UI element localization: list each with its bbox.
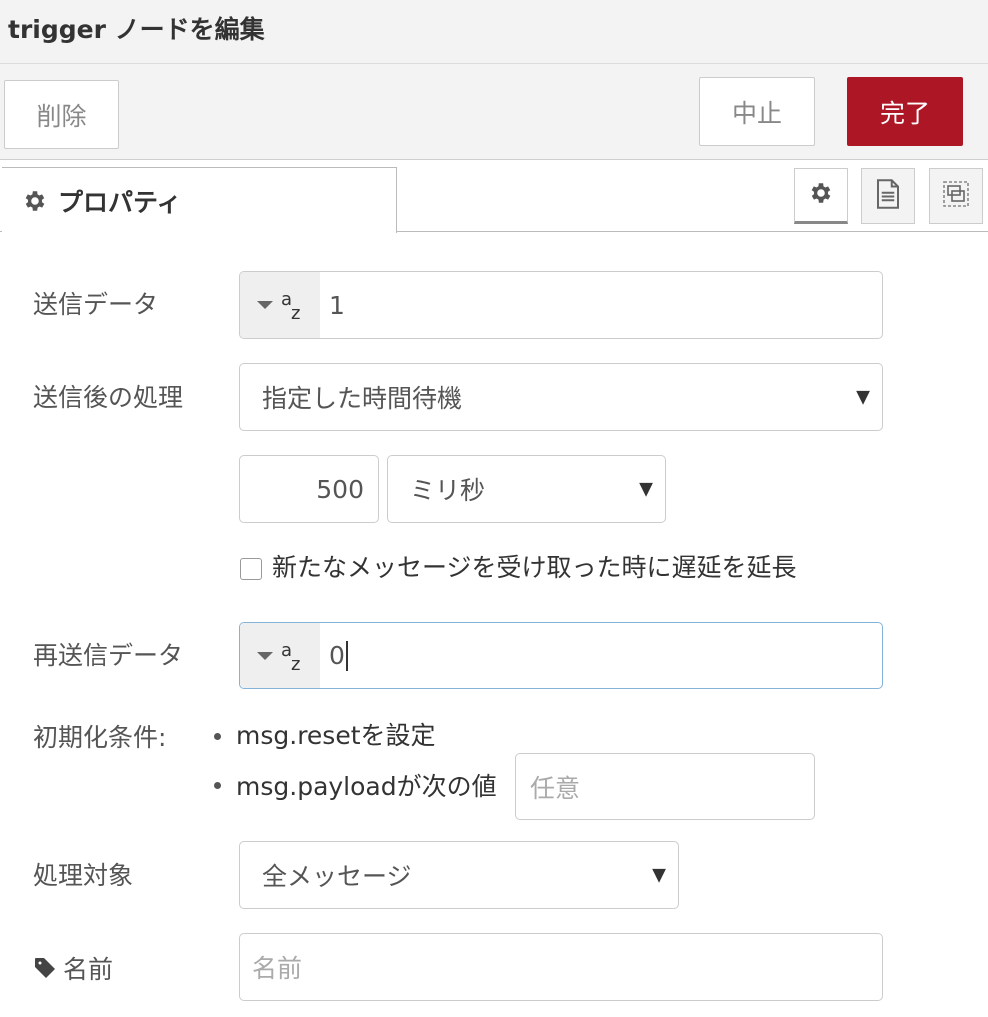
name-label-text: 名前 [63,955,114,984]
reset-option-msg-reset: msg.resetを設定 [236,721,436,750]
caret-down-icon [257,301,273,309]
send-data-type-button[interactable]: az [240,272,320,338]
dialog-title: trigger ノードを編集 [8,15,265,44]
string-type-icon: az [281,289,301,324]
delete-button[interactable]: 削除 [4,80,119,149]
duration-input[interactable]: 500 [239,455,379,523]
caret-down-icon: ▼ [856,386,870,408]
reset-option-msg-payload: msg.payloadが次の値 [236,772,497,801]
bullet-icon [214,782,221,789]
cancel-button[interactable]: 中止 [699,77,815,146]
resend-data-value-wrapper[interactable]: 0 [320,623,882,688]
string-type-icon: az [281,639,301,675]
handling-select[interactable]: 全メッセージ ▼ [239,841,679,909]
reset-payload-input[interactable]: 任意 [515,753,815,820]
name-label: 名前 [33,950,113,986]
duration-unit-select[interactable]: ミリ秒 ▼ [387,455,666,523]
reset-label: 初期化条件: [33,723,167,752]
sidebar-settings-button[interactable] [794,168,848,224]
handling-selected-value: 全メッセージ [262,862,412,891]
gear-icon [808,180,834,210]
document-icon [875,179,901,213]
then-label: 送信後の処理 [33,383,184,412]
then-selected-value: 指定した時間待機 [262,384,463,413]
sidebar-appearance-button[interactable] [929,168,983,224]
resend-data-type-button[interactable]: az [240,623,320,688]
reset-payload-placeholder: 任意 [530,773,581,803]
name-placeholder: 名前 [252,954,303,983]
tab-bar: プロパティ [0,160,988,233]
resend-data-input[interactable]: az 0 [239,622,883,689]
handling-label: 処理対象 [33,861,134,890]
dialog-toolbar: 削除 中止 完了 [0,64,988,160]
then-select[interactable]: 指定した時間待機 ▼ [239,363,883,431]
extend-delay-label: 新たなメッセージを受け取った時に遅延を延長 [272,553,797,582]
extend-delay-checkbox[interactable] [240,558,262,580]
send-data-value[interactable]: 1 [320,272,882,338]
dialog-titlebar: trigger ノードを編集 [0,0,988,64]
caret-down-icon [257,651,273,660]
gear-icon [22,188,48,214]
caret-down-icon: ▼ [639,478,653,500]
text-cursor [345,640,348,671]
resend-data-value: 0 [329,641,345,670]
caret-down-icon: ▼ [652,864,666,886]
tab-properties[interactable]: プロパティ [2,167,397,233]
resend-data-label: 再送信データ [33,641,184,670]
done-button[interactable]: 完了 [847,77,963,146]
name-input[interactable]: 名前 [239,933,883,1001]
sidebar-description-button[interactable] [861,168,915,224]
send-data-input[interactable]: az 1 [239,271,883,339]
send-data-label: 送信データ [33,290,159,319]
duration-unit-value: ミリ秒 [410,476,486,505]
layout-icon [940,178,972,214]
bullet-icon [214,733,221,740]
tab-properties-label: プロパティ [58,187,182,217]
tag-icon [33,956,57,980]
